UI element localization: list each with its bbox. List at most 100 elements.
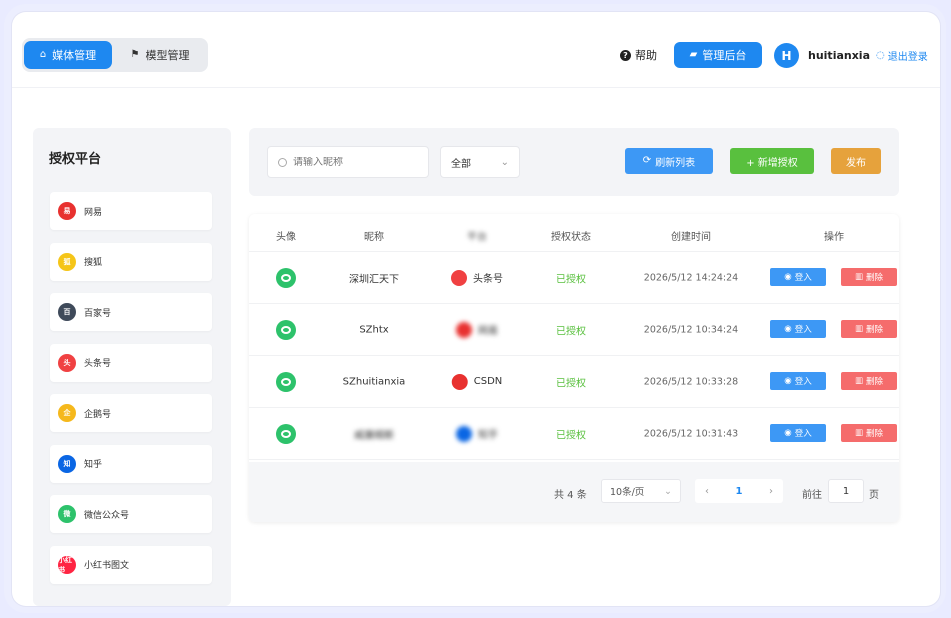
filter-toolbar: 全部 ⌄ ⟳ 刷新列表 + 新增授权 发布 bbox=[249, 128, 899, 196]
account-avatar bbox=[276, 319, 296, 340]
publish-button[interactable]: 发布 bbox=[831, 148, 881, 174]
table-row: SZhuitianxia CSDN 已授权 2026/5/12 10:33:28 ◉ 登入… bbox=[249, 356, 899, 408]
help-link[interactable]: ? 帮助 bbox=[620, 47, 657, 63]
sidebar-item-platform[interactable]: 狐搜狐 bbox=[50, 242, 212, 281]
page-size-select[interactable]: 10条/页 ⌄ bbox=[601, 479, 681, 503]
col-created: 创建时间 bbox=[671, 232, 711, 243]
nickname-cell: 威廉姆斯 bbox=[354, 430, 394, 441]
col-platform: 平台 bbox=[467, 232, 487, 243]
platform-logo-icon: 头 bbox=[58, 353, 76, 372]
platform-logo-icon: 小红书 bbox=[58, 555, 76, 574]
platform-name: 头条号 bbox=[473, 274, 503, 285]
login-label: 登入 bbox=[794, 325, 812, 335]
nickname-cell: SZhtx bbox=[359, 324, 389, 335]
table-row: 威廉姆斯 知乎 已授权 2026/5/12 10:31:43 ◉ 登入 ▥ 删除 bbox=[249, 408, 899, 460]
prev-page-icon[interactable]: ‹ bbox=[705, 486, 709, 497]
delete-button[interactable]: ▥ 删除 bbox=[841, 320, 897, 338]
platform-cell: CSDN bbox=[451, 373, 503, 390]
avatar[interactable]: H bbox=[774, 43, 799, 68]
home-icon: ⌂ bbox=[39, 49, 47, 60]
module-switcher: ⌂ 媒体管理 ⚑ 模型管理 bbox=[22, 38, 208, 72]
col-status: 授权状态 bbox=[551, 232, 591, 243]
delete-label: 删除 bbox=[866, 325, 884, 335]
trash-icon: ▥ bbox=[854, 428, 863, 438]
accounts-table: 头像 昵称 平台 授权状态 创建时间 操作 深圳汇天下 头条号 已授权 2026/5/… bbox=[249, 214, 899, 522]
page-size-value: 10条/页 bbox=[610, 487, 645, 498]
refresh-list-button[interactable]: ⟳ 刷新列表 bbox=[625, 148, 713, 174]
sidebar-item-label: 网易 bbox=[84, 207, 103, 218]
login-button[interactable]: ◉ 登入 bbox=[770, 372, 826, 390]
platform-logo-icon bbox=[456, 321, 472, 338]
platform-logo-icon: 易 bbox=[58, 202, 76, 220]
sidebar-item-label: 小红书图文 bbox=[84, 561, 130, 571]
next-page-icon[interactable]: › bbox=[769, 486, 773, 497]
login-button[interactable]: ◉ 登入 bbox=[770, 268, 826, 286]
tab-model-management[interactable]: ⚑ 模型管理 bbox=[116, 41, 204, 69]
created-time: 2026/5/12 10:33:28 bbox=[643, 376, 739, 387]
flag-icon: ⚑ bbox=[130, 49, 140, 60]
platform-logo-icon: 企 bbox=[58, 404, 76, 422]
platform-name: CSDN bbox=[473, 376, 503, 387]
question-icon: ? bbox=[620, 49, 631, 61]
sidebar-item-platform[interactable]: 微微信公众号 bbox=[50, 495, 212, 533]
current-page[interactable]: 1 bbox=[736, 486, 743, 497]
eye-icon: ◉ bbox=[784, 428, 792, 438]
sidebar-item-platform[interactable]: 易网易 bbox=[50, 192, 212, 230]
col-actions: 操作 bbox=[824, 232, 844, 243]
chevron-down-icon: ⌄ bbox=[664, 485, 672, 497]
tab-media-management[interactable]: ⌂ 媒体管理 bbox=[24, 41, 112, 69]
platform-cell: 知乎 bbox=[456, 425, 498, 442]
sidebar-item-platform[interactable]: 百百家号 bbox=[50, 293, 212, 331]
platform-cell: 网易 bbox=[456, 321, 498, 338]
platform-logo-icon bbox=[451, 373, 468, 390]
page-navigator: ‹ 1 › bbox=[695, 479, 783, 503]
logout-link[interactable]: ◌ 退出登录 bbox=[876, 48, 928, 63]
platform-name: 知乎 bbox=[478, 430, 498, 441]
sidebar-item-label: 知乎 bbox=[84, 460, 103, 470]
search-input[interactable] bbox=[293, 156, 413, 168]
logout-icon: ◌ bbox=[876, 49, 885, 61]
search-box bbox=[267, 146, 429, 178]
sidebar-item-platform[interactable]: 知知乎 bbox=[50, 444, 212, 483]
col-avatar: 头像 bbox=[276, 232, 296, 243]
table-row: SZhtx 网易 已授权 2026/5/12 10:34:24 ◉ 登入 ▥ 删除 bbox=[249, 304, 899, 356]
login-label: 登入 bbox=[794, 273, 812, 283]
platform-logo-icon: 微 bbox=[58, 505, 76, 523]
created-time: 2026/5/12 14:24:24 bbox=[643, 272, 739, 283]
status-badge: 已授权 bbox=[556, 274, 586, 285]
account-avatar bbox=[276, 267, 296, 288]
status-badge: 已授权 bbox=[556, 326, 586, 337]
delete-button[interactable]: ▥ 删除 bbox=[841, 424, 897, 442]
table-row: 深圳汇天下 头条号 已授权 2026/5/12 14:24:24 ◉ 登入 ▥ 删除 bbox=[249, 252, 899, 304]
admin-console-button[interactable]: ▰ 管理后台 bbox=[674, 42, 762, 68]
top-header: ⌂ 媒体管理 ⚑ 模型管理 ? 帮助 ▰ 管理后台 H huitianxia ◌… bbox=[12, 12, 940, 88]
delete-button[interactable]: ▥ 删除 bbox=[841, 372, 897, 390]
delete-button[interactable]: ▥ 删除 bbox=[841, 268, 897, 286]
login-label: 登入 bbox=[794, 377, 812, 387]
add-label: + 新增授权 bbox=[746, 157, 798, 169]
sidebar-item-platform[interactable]: 头头条号 bbox=[50, 343, 212, 382]
sidebar-item-label: 搜狐 bbox=[84, 258, 103, 268]
sidebar-item-platform[interactable]: 小红书 小红书图文 bbox=[50, 545, 212, 584]
login-button[interactable]: ◉ 登入 bbox=[770, 424, 826, 442]
add-authorization-button[interactable]: + 新增授权 bbox=[730, 148, 814, 174]
total-count: 共 4 条 bbox=[554, 490, 587, 501]
chevron-down-icon: ⌄ bbox=[500, 156, 509, 168]
nickname-cell: 深圳汇天下 bbox=[349, 274, 399, 285]
platform-name: 网易 bbox=[478, 326, 498, 337]
wechat-icon bbox=[276, 371, 296, 392]
platform-filter-select[interactable]: 全部 ⌄ bbox=[440, 146, 520, 178]
sidebar-item-platform[interactable]: 企企鹅号 bbox=[50, 394, 212, 432]
platform-logo-icon bbox=[456, 425, 472, 442]
delete-label: 删除 bbox=[866, 429, 884, 439]
eye-icon: ◉ bbox=[784, 376, 792, 386]
eye-icon: ◉ bbox=[784, 272, 792, 282]
login-button[interactable]: ◉ 登入 bbox=[770, 320, 826, 338]
delete-label: 删除 bbox=[866, 377, 884, 387]
pagination: 共 4 条 10条/页 ⌄ ‹ 1 › 前往 1 页 bbox=[249, 462, 899, 522]
col-nickname: 昵称 bbox=[364, 232, 384, 243]
goto-page-input[interactable]: 1 bbox=[828, 479, 864, 503]
tab-label: 模型管理 bbox=[145, 49, 190, 62]
platform-logo-icon: 百 bbox=[58, 303, 76, 321]
wechat-icon bbox=[276, 267, 296, 288]
